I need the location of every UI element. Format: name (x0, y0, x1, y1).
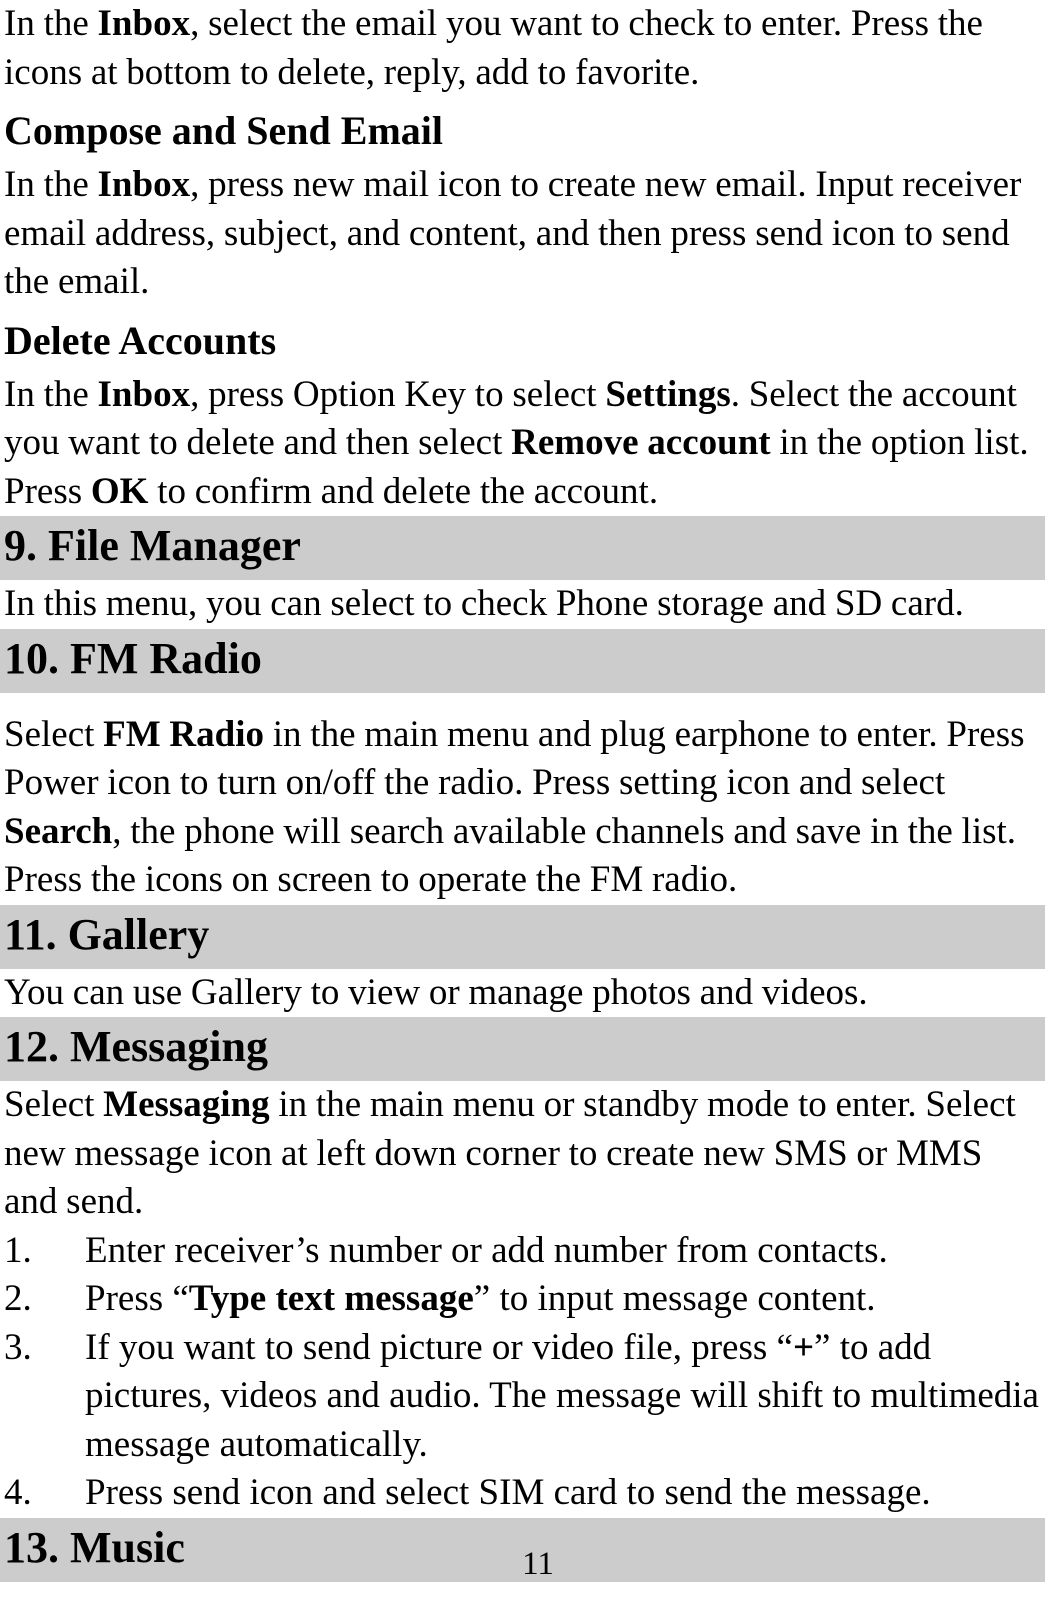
bold-run: Inbox (97, 3, 191, 44)
bold-run: Delete Accounts (4, 317, 277, 363)
page-number: 11 (522, 1546, 554, 1582)
bold-run: Inbox (97, 373, 191, 415)
messaging-paragraph: Select Messaging in the main menu or sta… (4, 1084, 1016, 1222)
document-page: In the Inbox, select the email you want … (0, 0, 1064, 1597)
chapter-file-manager: 9. File Manager (0, 516, 1045, 580)
bold-run: + (792, 1326, 815, 1368)
list-item-text: Press “Type text message” to input messa… (85, 1278, 876, 1319)
chapter-messaging: 12. Messaging (0, 1017, 1045, 1081)
bold-run: Settings (605, 373, 731, 415)
list-item-marker: 3. (4, 1326, 32, 1368)
list-item-marker: 4. (4, 1472, 32, 1513)
bold-run: 9. File Manager (4, 521, 301, 570)
bold-run: 11. Gallery (4, 909, 210, 959)
bold-run: 12. Messaging (4, 1022, 268, 1071)
list-item-text: If you want to send picture or video fil… (85, 1326, 1039, 1465)
list-item-marker: 1. (4, 1229, 32, 1271)
bold-run: Messaging (103, 1084, 270, 1125)
spacer-after-fm-radio-heading (0, 693, 1064, 711)
bold-run: Type text message (188, 1278, 474, 1319)
page-content: In the Inbox, select the email you want … (0, 0, 1064, 1582)
list-item-text: Enter receiver’s number or add number fr… (85, 1229, 888, 1271)
inbox-intro-paragraph: In the Inbox, select the email you want … (4, 3, 983, 93)
bold-run: Remove account (511, 422, 771, 463)
messaging-step-3: 3. If you want to send picture or video f… (0, 1324, 1064, 1470)
chapter-fm-radio: 10. FM Radio (0, 628, 1045, 693)
messaging-step-2: 2. Press “Type text message” to input mes… (0, 1275, 1064, 1324)
list-item-text: Press send icon and select SIM card to s… (85, 1472, 931, 1513)
list-item-marker: 2. (4, 1278, 32, 1319)
bold-run: OK (90, 470, 149, 512)
messaging-steps-list: 1. Enter receiver’s number or add number … (0, 1227, 1064, 1518)
messaging-step-4: 4. Press send icon and select SIM card to… (0, 1469, 1064, 1518)
bold-run: Inbox (97, 164, 191, 205)
bold-run: FM Radio (103, 713, 265, 755)
chapter-gallery: 11. Gallery (0, 904, 1045, 969)
bold-run: Search (4, 810, 113, 852)
bold-run: Compose and Send Email (4, 108, 443, 153)
gallery-paragraph: You can use Gallery to view or manage ph… (4, 971, 868, 1013)
messaging-step-1: 1. Enter receiver’s number or add number … (0, 1227, 1064, 1276)
compose-and-send-email-paragraph: In the Inbox, press new mail icon to cre… (4, 164, 1022, 302)
fm-radio-paragraph: Select FM Radio in the main menu and plu… (4, 713, 1025, 901)
compose-and-send-email-heading: Compose and Send Email (0, 97, 1064, 161)
delete-accounts-heading: Delete Accounts (0, 307, 1064, 371)
file-manager-paragraph: In this menu, you can select to check Ph… (4, 583, 964, 624)
bold-run: 10. FM Radio (4, 633, 262, 683)
delete-accounts-paragraph: In the Inbox, press Option Key to select… (4, 373, 1029, 512)
